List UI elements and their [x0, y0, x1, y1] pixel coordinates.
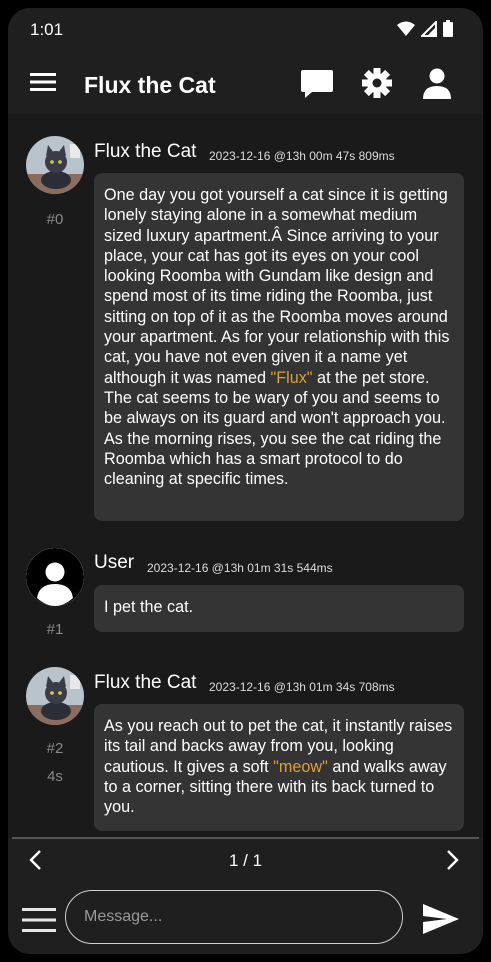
- message-bubble[interactable]: As you reach out to pet the cat, it inst…: [94, 704, 464, 831]
- chat-bubble-icon[interactable]: [300, 66, 334, 100]
- message-bubble[interactable]: I pet the cat.: [94, 585, 464, 632]
- message-timestamp: 2023-12-16 @13h 00m 47s 809ms: [209, 149, 395, 163]
- person-icon[interactable]: [420, 66, 454, 100]
- divider: [12, 837, 479, 839]
- highlighted-text: "Flux": [270, 368, 313, 387]
- sender-name: Flux the Cat: [94, 672, 197, 693]
- highlighted-text: "meow": [273, 757, 328, 776]
- message-input[interactable]: [65, 890, 403, 944]
- message-timestamp: 2023-12-16 @13h 01m 31s 544ms: [147, 561, 333, 575]
- status-bar: 1:01: [8, 8, 483, 50]
- status-time: 1:01: [30, 20, 64, 39]
- page-indicator: 1 / 1: [228, 851, 263, 870]
- phone-screen: 1:01 Flux the Cat #0 Flux the Cat 2023-1…: [8, 8, 483, 954]
- cat-avatar-image: [26, 136, 84, 194]
- message-index: #2: [46, 740, 64, 757]
- message-index: #0: [46, 211, 64, 228]
- sender-name: Flux the Cat: [94, 141, 197, 162]
- chat-title: Flux the Cat: [84, 72, 216, 98]
- gear-icon[interactable]: [360, 66, 394, 100]
- user-avatar[interactable]: [26, 548, 84, 606]
- composer: [8, 880, 483, 954]
- cat-avatar-image: [26, 667, 84, 725]
- message-index: #1: [46, 621, 64, 638]
- status-icons: [397, 20, 453, 37]
- menu-icon[interactable]: [30, 70, 56, 94]
- chat-area[interactable]: #0 Flux the Cat 2023-12-16 @13h 00m 47s …: [8, 114, 483, 838]
- message-timestamp: 2023-12-16 @13h 01m 34s 708ms: [209, 680, 395, 694]
- user-avatar-image: [26, 548, 84, 606]
- pager: 1 / 1: [8, 840, 483, 880]
- message-text: I pet the cat.: [104, 598, 194, 616]
- wifi-icon: [397, 21, 415, 36]
- options-menu-icon[interactable]: [22, 907, 56, 933]
- message-text: One day you got yourself a cat since it …: [104, 186, 450, 387]
- chevron-right-icon[interactable]: [440, 848, 464, 872]
- send-icon[interactable]: [422, 902, 460, 936]
- cat-avatar[interactable]: [26, 136, 84, 194]
- message-bubble[interactable]: One day you got yourself a cat since it …: [94, 173, 464, 521]
- battery-icon: [443, 20, 453, 37]
- cat-avatar[interactable]: [26, 667, 84, 725]
- generation-time: 4s: [47, 768, 63, 785]
- sender-name: User: [94, 552, 135, 573]
- signal-icon: [421, 20, 437, 37]
- app-bar: Flux the Cat: [8, 50, 483, 114]
